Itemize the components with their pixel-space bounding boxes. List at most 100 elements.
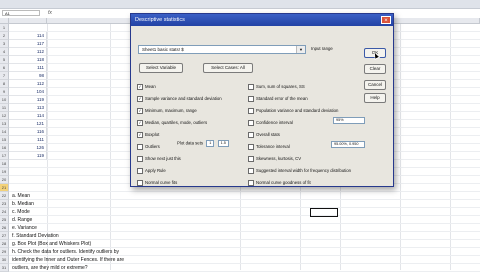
data-cell[interactable]: 98 bbox=[9, 72, 47, 80]
row-number[interactable]: 18 bbox=[0, 160, 9, 168]
right-option[interactable]: Overall stats bbox=[248, 132, 280, 138]
checkbox[interactable] bbox=[137, 180, 143, 186]
row-number[interactable]: 16 bbox=[0, 144, 9, 152]
right-option[interactable]: Population variance and standard deviati… bbox=[248, 108, 338, 114]
left-option[interactable]: Sample variance and standard deviation bbox=[137, 96, 222, 102]
clear-button[interactable]: Clear bbox=[364, 64, 386, 74]
data-cell[interactable]: 112 bbox=[9, 48, 47, 56]
row-number[interactable]: 4 bbox=[0, 48, 9, 56]
checkbox[interactable] bbox=[248, 132, 254, 138]
right-option[interactable]: Tolerance interval bbox=[248, 144, 290, 150]
data-cell[interactable]: 112 bbox=[9, 80, 47, 88]
row-number[interactable]: 19 bbox=[0, 168, 9, 176]
row-number[interactable]: 22 bbox=[0, 192, 9, 200]
checkbox[interactable] bbox=[137, 120, 143, 126]
left-option[interactable]: Boxplot bbox=[137, 132, 159, 138]
left-option[interactable]: Outliers bbox=[137, 144, 160, 150]
data-cell[interactable]: 116 bbox=[9, 128, 47, 136]
right-option[interactable]: Standard error of the mean bbox=[248, 96, 308, 102]
data-cell[interactable]: 117 bbox=[9, 40, 47, 48]
checkbox[interactable] bbox=[137, 144, 143, 150]
data-cell[interactable]: 104 bbox=[9, 88, 47, 96]
checkbox[interactable] bbox=[137, 156, 143, 162]
checkbox[interactable] bbox=[248, 108, 254, 114]
input-range-field[interactable]: Sheet1 basic stats! $ ▼ bbox=[138, 45, 306, 54]
checkbox[interactable] bbox=[248, 84, 254, 90]
left-option[interactable]: Normal curve fits bbox=[137, 180, 177, 186]
checkbox[interactable] bbox=[248, 156, 254, 162]
data-cell[interactable]: 111 bbox=[9, 64, 47, 72]
close-button[interactable]: × bbox=[381, 16, 391, 24]
right-option[interactable]: Confidence interval bbox=[248, 120, 293, 126]
row-number[interactable]: 26 bbox=[0, 224, 9, 232]
row-number[interactable]: 10 bbox=[0, 96, 9, 104]
row-number[interactable]: 29 bbox=[0, 248, 9, 256]
row-number[interactable]: 21 bbox=[0, 184, 9, 192]
active-cell[interactable] bbox=[310, 208, 338, 217]
row-number[interactable]: 27 bbox=[0, 232, 9, 240]
data-cell[interactable]: 111 bbox=[9, 136, 47, 144]
help-button[interactable]: Help bbox=[364, 93, 386, 103]
data-cell[interactable]: 114 bbox=[9, 112, 47, 120]
data-cell[interactable]: 113 bbox=[9, 104, 47, 112]
column-header-a[interactable] bbox=[9, 18, 47, 24]
row-number[interactable]: 31 bbox=[0, 264, 9, 272]
right-option[interactable]: Suggested interval width for frequency d… bbox=[248, 168, 351, 174]
row-number[interactable]: 15 bbox=[0, 136, 9, 144]
row-number[interactable]: 9 bbox=[0, 88, 9, 96]
checkbox[interactable] bbox=[137, 108, 143, 114]
select-variable-button[interactable]: Select Variable bbox=[139, 63, 183, 73]
fx-icon[interactable]: fx bbox=[48, 10, 52, 16]
checkbox[interactable] bbox=[248, 180, 254, 186]
row-number[interactable]: 24 bbox=[0, 208, 9, 216]
outlier-multiplier-input[interactable]: 1.5 bbox=[217, 140, 229, 147]
row-number[interactable]: 2 bbox=[0, 32, 9, 40]
right-option[interactable]: Skewness, kurtosis, CV bbox=[248, 156, 301, 162]
checkbox[interactable] bbox=[137, 84, 143, 90]
row-number[interactable]: 1 bbox=[0, 24, 9, 32]
row-number[interactable]: 7 bbox=[0, 72, 9, 80]
row-number[interactable]: 28 bbox=[0, 240, 9, 248]
row-number[interactable]: 17 bbox=[0, 152, 9, 160]
checkbox[interactable] bbox=[248, 144, 254, 150]
checkbox[interactable] bbox=[248, 168, 254, 174]
data-cell[interactable]: 118 bbox=[9, 56, 47, 64]
row-number[interactable]: 5 bbox=[0, 56, 9, 64]
row-number[interactable]: 23 bbox=[0, 200, 9, 208]
select-cases-button[interactable]: Select Cases: All bbox=[203, 63, 253, 73]
row-number[interactable]: 30 bbox=[0, 256, 9, 264]
left-option[interactable]: Minimum, maximum, range bbox=[137, 108, 197, 114]
left-option[interactable]: Apply Rule bbox=[137, 168, 166, 174]
row-number[interactable]: 25 bbox=[0, 216, 9, 224]
data-cell[interactable]: 126 bbox=[9, 144, 47, 152]
checkbox[interactable] bbox=[137, 132, 143, 138]
plot-data-sets-input[interactable]: 1 bbox=[206, 140, 215, 147]
left-option[interactable]: Mean bbox=[137, 84, 156, 90]
data-cell[interactable]: 119 bbox=[9, 152, 47, 160]
row-number[interactable]: 11 bbox=[0, 104, 9, 112]
row-number[interactable]: 3 bbox=[0, 40, 9, 48]
row-number[interactable]: 12 bbox=[0, 112, 9, 120]
right-option[interactable]: Normal curve goodness of fit bbox=[248, 180, 311, 186]
checkbox[interactable] bbox=[248, 120, 254, 126]
cancel-button[interactable]: Cancel bbox=[364, 80, 386, 90]
confidence-select[interactable]: 95% bbox=[331, 117, 365, 124]
data-cell[interactable]: 114 bbox=[9, 32, 47, 40]
data-cell[interactable]: 121 bbox=[9, 120, 47, 128]
row-number[interactable]: 8 bbox=[0, 80, 9, 88]
name-box[interactable]: A1 bbox=[2, 10, 40, 16]
chevron-down-icon[interactable]: ▼ bbox=[296, 46, 305, 53]
dialog-titlebar[interactable]: Descriptive statistics × bbox=[131, 14, 393, 26]
checkbox[interactable] bbox=[248, 96, 254, 102]
row-number[interactable]: 20 bbox=[0, 176, 9, 184]
tolerance-select[interactable]: 95.00%, 0.950 bbox=[329, 141, 365, 148]
row-number[interactable]: 14 bbox=[0, 128, 9, 136]
checkbox[interactable] bbox=[137, 96, 143, 102]
row-number[interactable]: 13 bbox=[0, 120, 9, 128]
row-number[interactable]: 6 bbox=[0, 64, 9, 72]
checkbox[interactable] bbox=[137, 168, 143, 174]
left-option[interactable]: Show next just this bbox=[137, 156, 181, 162]
right-option[interactable]: Sum, sum of squares, SS bbox=[248, 84, 305, 90]
data-cell[interactable]: 119 bbox=[9, 96, 47, 104]
left-option[interactable]: Median, quartiles, mode, outliers bbox=[137, 120, 207, 126]
